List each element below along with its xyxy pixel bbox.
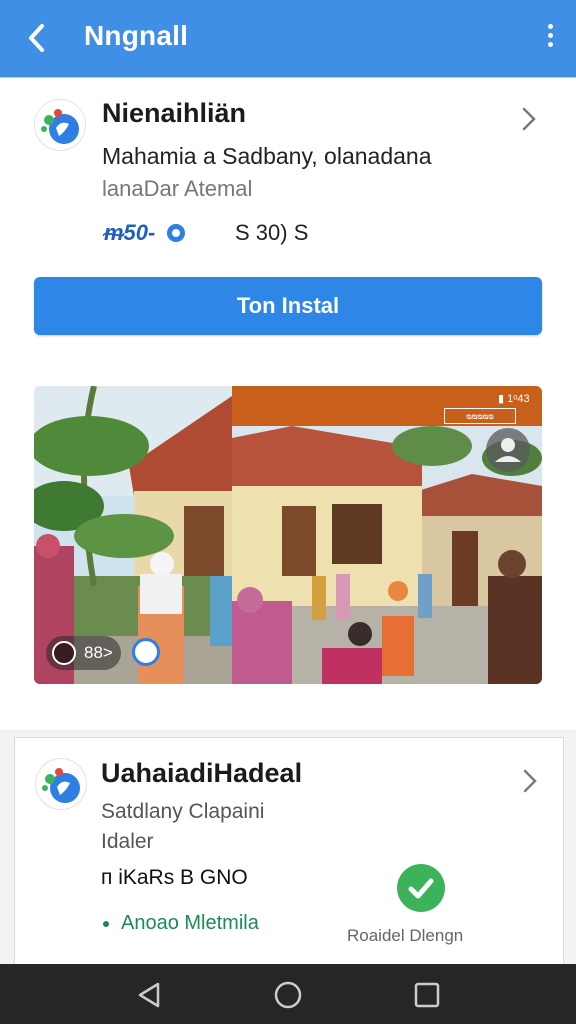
rating-circle-icon [167,224,185,242]
check-icon [397,864,445,912]
appbar-title: Nngnall [84,20,189,51]
app-logo-icon [35,758,87,810]
app-name: UahaiadiHadeal [101,758,303,788]
nav-home-icon[interactable] [273,980,303,1010]
more-vert-icon[interactable] [544,24,556,54]
nav-recents-icon[interactable] [412,980,442,1010]
nav-back-icon[interactable] [134,980,164,1010]
app-logo-icon [34,99,86,151]
search-icon [52,641,76,665]
play-icon[interactable] [132,638,160,666]
app-tag: Anoao Mletmila [101,912,259,935]
system-nav-bar [0,964,576,1024]
bullet-icon [103,920,109,927]
chevron-right-icon[interactable] [521,768,539,794]
app-bar: Nngnall [0,0,576,77]
rating-value: ᵯ50- [104,220,156,245]
app-name: Nienaihliän [102,98,247,128]
screenshot-avatar-icon [486,428,530,472]
screenshot-status-text: ▮ 1ᵒ43 [498,393,530,405]
app-list-card[interactable]: UahaiadiHadeal Satdlany Clapaini Idaler … [14,737,564,979]
screenshot-tag: ᴓᴓᴓᴓᴓ [444,408,516,424]
screenshot-count: 88> [84,643,113,662]
app-category: lanaDar Atemal [102,176,253,201]
chevron-right-icon[interactable] [520,106,538,132]
developer-name: Satdlany Clapaini [101,800,265,823]
app-stats: ᴨ iKaRs B GNO [101,866,248,889]
check-label: Roaidel Dlengn [347,926,464,945]
install-button[interactable]: Ton Instal [34,277,542,335]
back-arrow-icon[interactable] [22,20,52,56]
app-tag-label: Anoao Mletmila [121,912,259,934]
app-size: S 30) S [235,220,309,245]
developer-name: Mahamia a Sadbany, olanadana [102,143,432,169]
screenshot-counter: 88> [46,636,121,670]
app-category: Idaler [101,830,154,853]
